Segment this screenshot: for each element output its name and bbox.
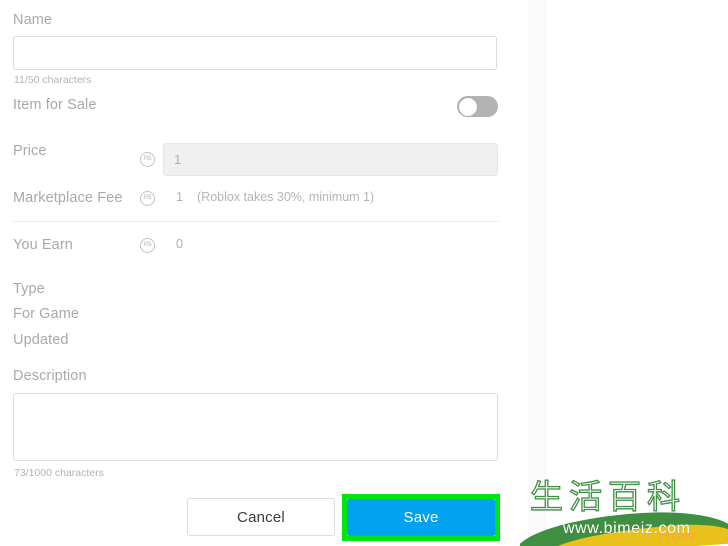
robux-symbol: R$ [143, 241, 152, 249]
description-character-counter: 73/1000 characters [14, 467, 104, 479]
type-label: Type [13, 281, 45, 297]
robux-icon: R$ [140, 238, 155, 253]
you-earn-label: You Earn [13, 237, 73, 253]
price-label: Price [13, 143, 47, 159]
robux-icon: R$ [140, 152, 155, 167]
watermark-yellow-swoosh [543, 521, 728, 546]
item-settings-form-panel: Name 11/50 characters Item for Sale Pric… [0, 0, 520, 546]
description-input[interactable] [13, 393, 498, 461]
cancel-button[interactable]: Cancel [187, 498, 335, 536]
you-earn-value: 0 [176, 237, 183, 251]
app-screen: Name 11/50 characters Item for Sale Pric… [0, 0, 728, 546]
name-input[interactable] [13, 36, 497, 70]
price-input[interactable] [163, 143, 498, 176]
watermark-green-swoosh [520, 508, 728, 546]
watermark-ghost-text: How [658, 526, 696, 545]
for-game-label: For Game [13, 306, 80, 322]
toggle-knob [458, 97, 477, 116]
marketplace-fee-note: (Roblox takes 30%, minimum 1) [197, 190, 375, 204]
robux-symbol: R$ [143, 155, 152, 163]
robux-symbol: R$ [143, 194, 152, 202]
watermark-brand-text: 生活百科 [529, 478, 686, 516]
item-for-sale-label: Item for Sale [13, 97, 97, 113]
site-watermark: 生活百科 How www.bimeiz.com [520, 478, 728, 546]
marketplace-fee-value: 1 [176, 190, 183, 204]
marketplace-fee-label: Marketplace Fee [13, 190, 123, 206]
description-label: Description [13, 368, 87, 384]
fee-divider [13, 221, 498, 222]
save-button[interactable]: Save [347, 499, 495, 536]
name-character-counter: 11/50 characters [14, 74, 92, 86]
name-label: Name [13, 12, 53, 28]
page-scrollbar-track[interactable] [528, 0, 547, 546]
item-for-sale-toggle[interactable] [457, 96, 498, 117]
robux-icon: R$ [140, 191, 155, 206]
updated-label: Updated [13, 332, 69, 348]
watermark-url: www.bimeiz.com [563, 520, 691, 537]
